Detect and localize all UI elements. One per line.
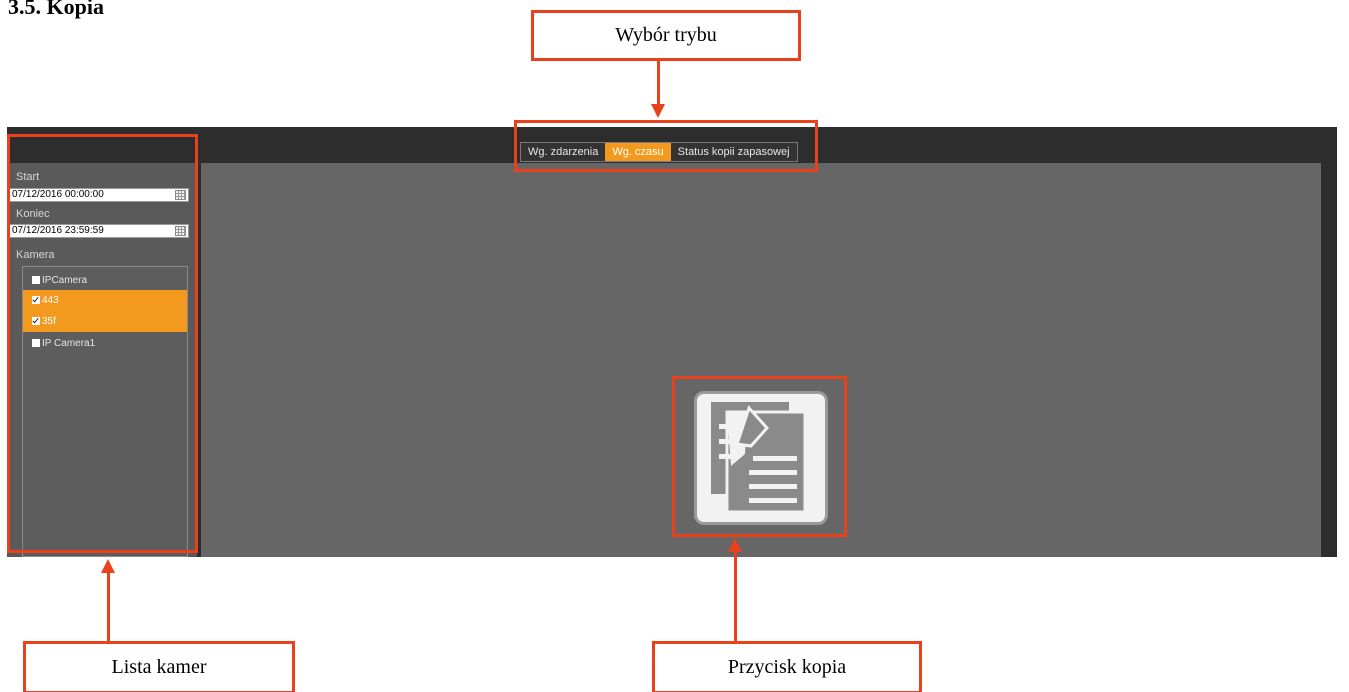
annotation-box-backup-button [672, 376, 847, 537]
arrow-head [101, 559, 115, 573]
annotation-camera-list-text: Lista kamer [111, 656, 207, 678]
arrow-line [734, 551, 737, 643]
annotation-box-mode-tabs [514, 120, 818, 172]
annotation-mode-select-text: Wybór trybu [615, 24, 717, 46]
annotation-camera-list: Lista kamer [23, 641, 295, 692]
right-edge-strip [1322, 127, 1337, 557]
annotation-box-camera-list [7, 134, 198, 553]
annotation-mode-select: Wybór trybu [531, 10, 801, 61]
annotation-backup-button: Przycisk kopia [652, 641, 922, 692]
arrow-line [657, 61, 660, 106]
annotation-backup-button-text: Przycisk kopia [727, 656, 847, 678]
arrow-head [728, 538, 742, 552]
arrow-line [107, 572, 110, 642]
arrow-head [651, 104, 665, 118]
section-heading: 3.5. Kopia [8, 0, 104, 19]
